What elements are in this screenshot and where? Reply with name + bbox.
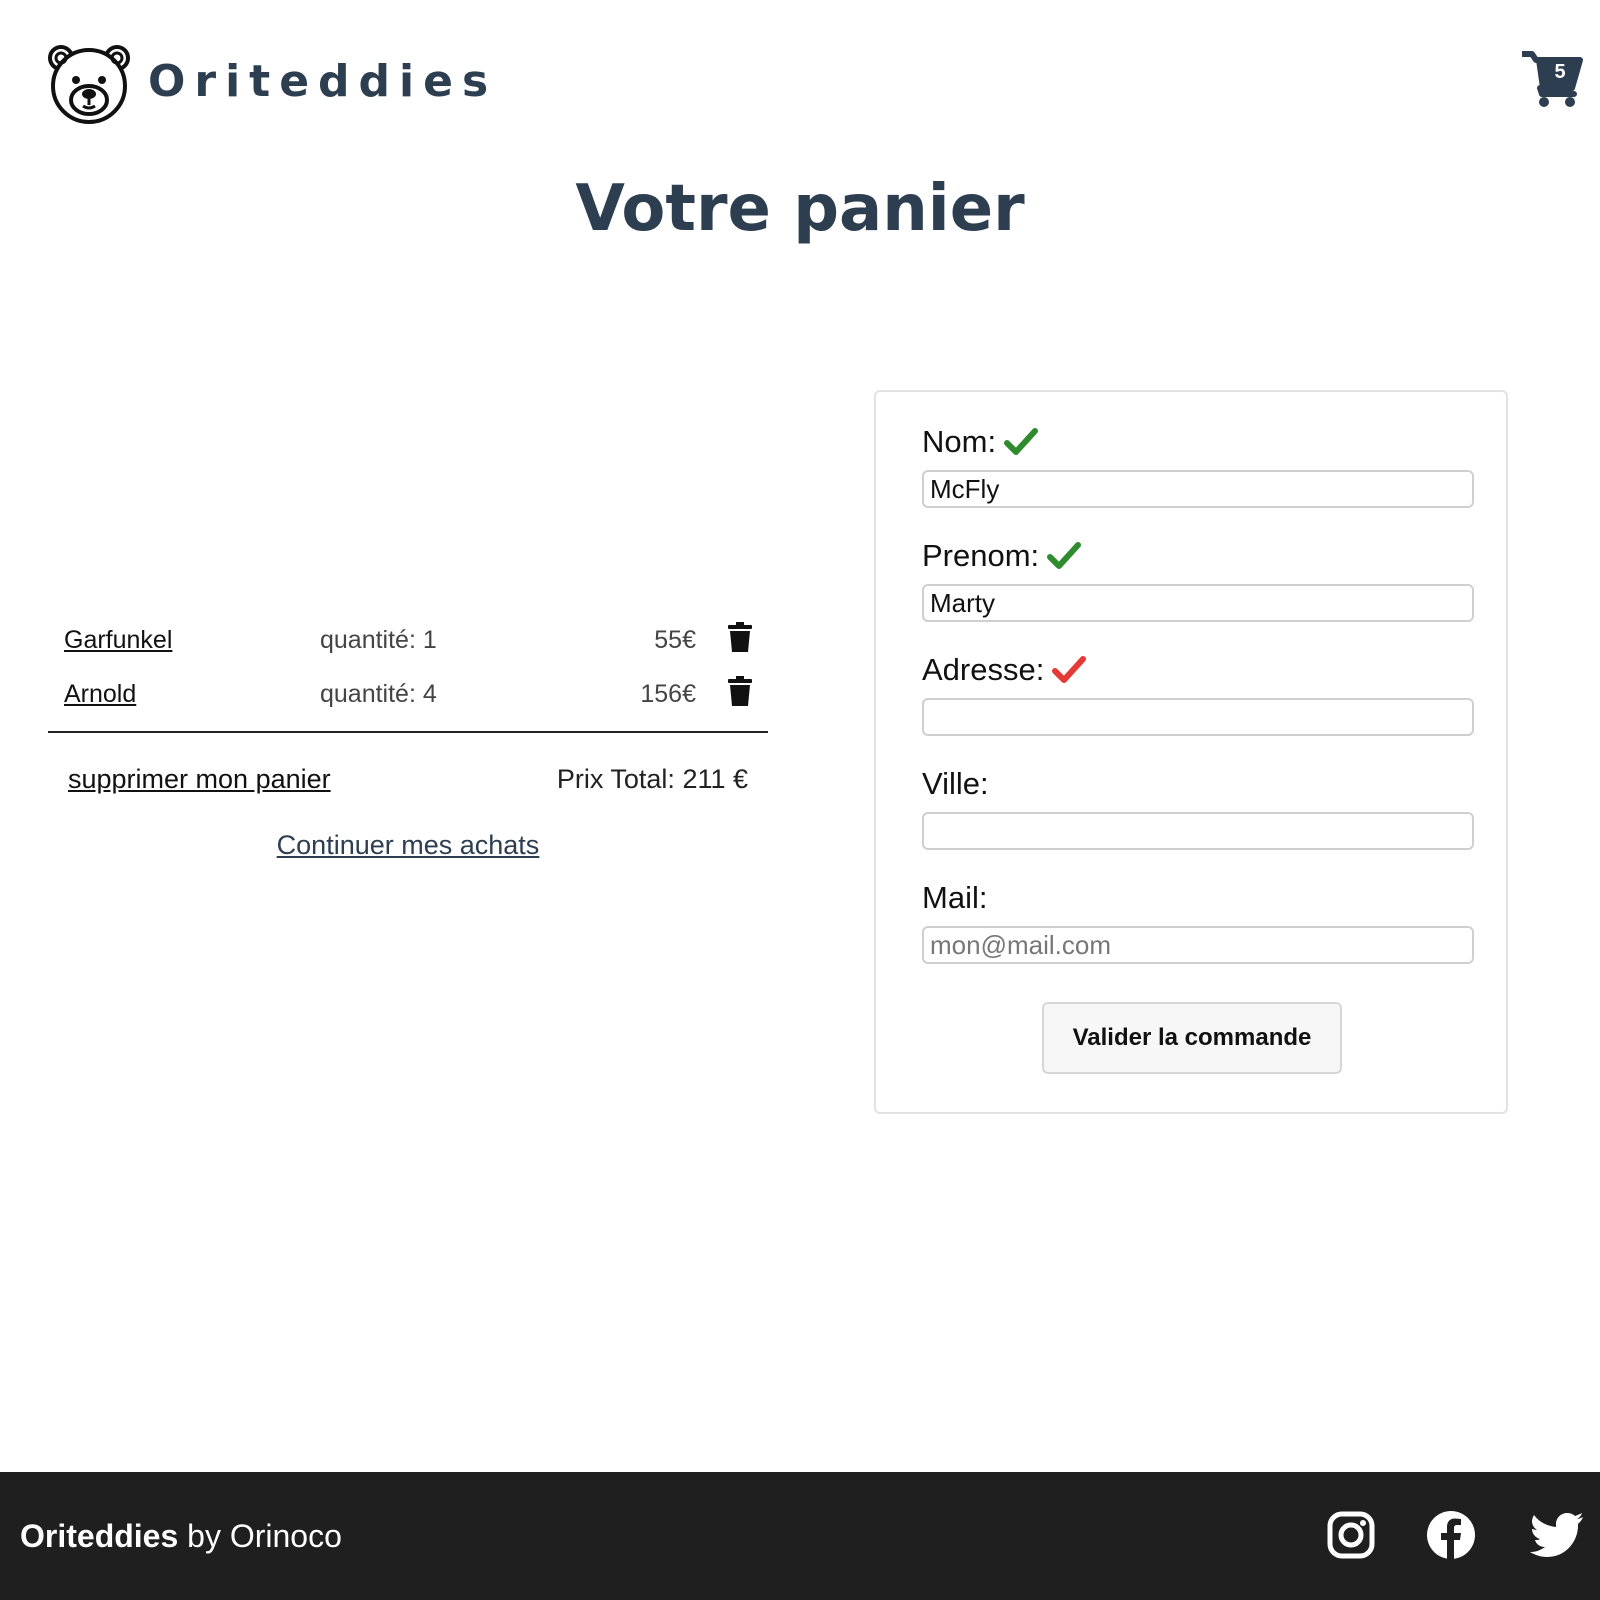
cart-count-badge: 5: [1554, 61, 1566, 83]
footer: Oriteddies by Orinoco: [0, 1472, 1600, 1600]
cart-item-name-link[interactable]: Garfunkel: [64, 626, 172, 655]
adresse-label-text: Adresse:: [922, 652, 1045, 687]
footer-suffix: by Orinoco: [178, 1518, 342, 1554]
cart-item-price: 156€: [640, 680, 696, 708]
nom-label: Nom:: [922, 424, 1039, 460]
page-title: Votre panier: [575, 172, 1025, 246]
adresse-label: Adresse:: [922, 652, 1087, 688]
nom-label-text: Nom:: [922, 424, 997, 459]
cart-item-price: 55€: [654, 626, 696, 654]
cart-item-quantity: quantité: 1: [320, 626, 437, 654]
prenom-label: Prenom:: [922, 538, 1082, 574]
cart-item-quantity: quantité: 4: [320, 680, 437, 708]
prenom-label-text: Prenom:: [922, 538, 1040, 573]
ville-label-text: Ville:: [922, 766, 989, 801]
order-form: Nom: Prenom: Adresse: Ville: Mail: Valid…: [874, 390, 1508, 1114]
check-invalid-icon: [1052, 656, 1087, 683]
check-valid-icon: [1004, 428, 1039, 455]
continue-shopping-link[interactable]: Continuer mes achats: [277, 830, 540, 860]
nom-input[interactable]: [922, 470, 1474, 508]
clear-cart-link[interactable]: supprimer mon panier: [68, 764, 331, 795]
check-valid-icon: [1047, 542, 1082, 569]
submit-order-button[interactable]: Valider la commande: [1042, 1002, 1342, 1074]
footer-credit: Oriteddies by Orinoco: [20, 1518, 342, 1555]
cart-item-list: Garfunkel quantité: 1 55€ Arnold quantit…: [48, 612, 768, 720]
trash-icon[interactable]: [728, 622, 752, 652]
twitter-icon[interactable]: [1530, 1510, 1584, 1560]
mail-input[interactable]: [922, 926, 1474, 964]
total-price: Prix Total: 211 €: [556, 764, 748, 794]
brand-name[interactable]: Oriteddies: [148, 56, 497, 107]
mail-label: Mail:: [922, 880, 987, 916]
prenom-input[interactable]: [922, 584, 1474, 622]
ville-input[interactable]: [922, 812, 1474, 850]
mail-label-text: Mail:: [922, 880, 988, 915]
cart-item: Arnold quantité: 4 156€: [48, 666, 768, 720]
adresse-input[interactable]: [922, 698, 1474, 736]
teddy-bear-logo-icon[interactable]: [46, 42, 132, 126]
continue-shopping: Continuer mes achats: [48, 830, 768, 861]
footer-brand: Oriteddies: [20, 1518, 179, 1554]
cart-item: Garfunkel quantité: 1 55€: [48, 612, 768, 666]
trash-icon[interactable]: [728, 676, 752, 706]
cart-divider: [48, 731, 768, 733]
instagram-icon[interactable]: [1326, 1510, 1376, 1560]
facebook-icon[interactable]: [1426, 1510, 1476, 1560]
ville-label: Ville:: [922, 766, 989, 802]
cart-item-name-link[interactable]: Arnold: [64, 680, 136, 709]
